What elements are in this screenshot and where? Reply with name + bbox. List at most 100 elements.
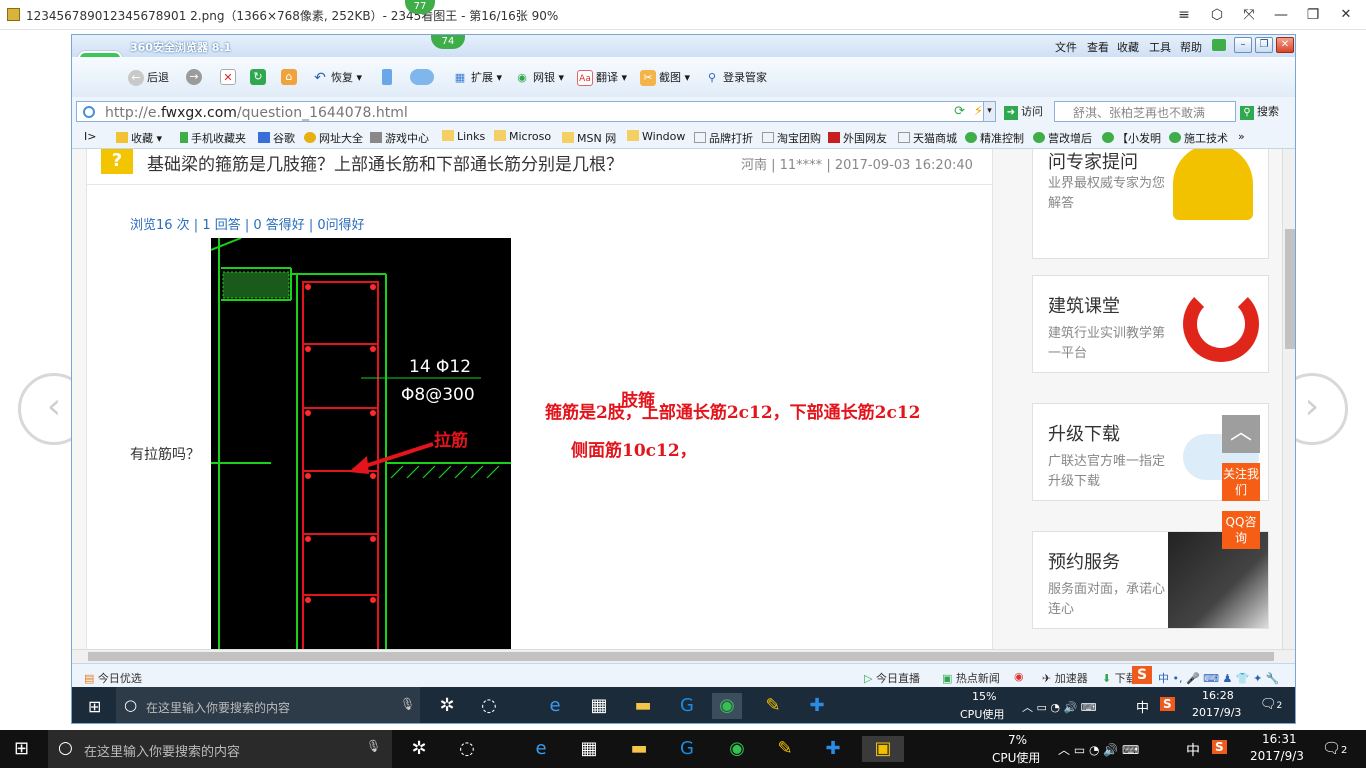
fav-more-icon[interactable]: »: [1238, 130, 1245, 143]
hscroll-thumb[interactable]: [88, 652, 1274, 661]
fav-item-google[interactable]: 谷歌: [258, 130, 295, 146]
viewer-minimize-button[interactable]: —: [1270, 6, 1292, 24]
file-explorer-icon[interactable]: ▬: [628, 693, 658, 719]
search-input[interactable]: 舒淇、张柏芝再也不敢满: [1054, 101, 1236, 122]
inner-ime-indicator[interactable]: 中: [1136, 697, 1149, 716]
outer-ime-indicator[interactable]: 中: [1186, 740, 1200, 760]
restore-button[interactable]: ↶ 恢复 ▾: [312, 69, 362, 86]
fav-item-taobao[interactable]: 淘宝团购: [762, 130, 821, 146]
outer-notes-app-icon[interactable]: ✎: [770, 736, 800, 762]
outer-start-button[interactable]: ⊞: [14, 738, 29, 759]
app-icon-swirl[interactable]: ◌: [474, 693, 504, 719]
horizontal-scrollbar[interactable]: [72, 649, 1295, 663]
ime-toolbar[interactable]: 中 •, 🎤 ⌨ ♟ 👕 ✦ 🔧: [1158, 670, 1280, 686]
status-live[interactable]: ▷ 今日直播: [864, 670, 920, 686]
outer-store-icon[interactable]: ▦: [574, 736, 604, 762]
fav-item-sites[interactable]: 网址大全: [304, 130, 363, 146]
fav-item-foreign[interactable]: 外国网友: [828, 130, 887, 146]
viewer-fullscreen-button[interactable]: ⤧: [1238, 6, 1260, 24]
fav-item-collect[interactable]: 收藏 ▾: [116, 130, 162, 146]
fav-item-microsoft[interactable]: Microso: [494, 130, 551, 143]
viewer-close-button[interactable]: ✕: [1335, 6, 1357, 24]
inner-tray-icons[interactable]: ︿ ▭ ◔ 🔊 ⌨: [1022, 699, 1097, 715]
start-button[interactable]: ⊞: [88, 697, 101, 716]
outer-edge-icon[interactable]: e: [526, 736, 556, 762]
extend-button[interactable]: ▦ 扩展 ▾: [452, 69, 502, 86]
search-button[interactable]: ⚲ 搜索: [1240, 103, 1279, 120]
notes-app-icon[interactable]: ✎: [758, 693, 788, 719]
sogou-ime-icon[interactable]: S: [1132, 666, 1152, 684]
fav-item-links[interactable]: Links: [442, 130, 485, 143]
status-record-icon[interactable]: ◉: [1014, 670, 1024, 683]
menu-file[interactable]: 文件: [1055, 39, 1077, 55]
browser-minimize-button[interactable]: –: [1234, 37, 1252, 53]
browser-close-button[interactable]: ✕: [1276, 37, 1294, 53]
home-button[interactable]: ⌂: [281, 69, 300, 85]
screenshot-button[interactable]: ✂ 截图 ▾: [640, 69, 690, 86]
app-icon-plus[interactable]: ✚: [802, 693, 832, 719]
menu-tools[interactable]: 工具: [1149, 39, 1171, 55]
fav-item-precise[interactable]: 精准控制: [965, 130, 1024, 146]
edge-icon[interactable]: e: [540, 693, 570, 719]
viewer-skin-button[interactable]: ⬡: [1206, 6, 1228, 24]
fav-item-vat[interactable]: 营改增后: [1033, 130, 1092, 146]
fav-item-games[interactable]: 游戏中心: [370, 130, 429, 146]
fav-item-brand[interactable]: 品牌打折: [694, 130, 753, 146]
shirt-icon[interactable]: [1212, 39, 1226, 51]
favorites-toggle-icon[interactable]: I>: [84, 130, 96, 143]
address-input[interactable]: http://e.fwxgx.com/question_1644078.html…: [76, 101, 996, 122]
outer-task-view-icon[interactable]: ✲: [404, 736, 434, 762]
translate-button[interactable]: Aa 翻译 ▾: [577, 69, 627, 86]
inner-clock-date[interactable]: 2017/9/3: [1192, 706, 1241, 719]
stop-button[interactable]: ✕: [220, 69, 239, 85]
task-view-icon[interactable]: ✲: [432, 693, 462, 719]
forward-button[interactable]: →: [186, 69, 205, 85]
fav-item-msn[interactable]: MSN 网: [562, 130, 616, 146]
viewer-maximize-button[interactable]: ❐: [1302, 6, 1324, 24]
outer-app-icon-swirl[interactable]: ◌: [452, 736, 482, 762]
phone-button[interactable]: [382, 69, 395, 85]
back-to-top-button[interactable]: ︿: [1222, 415, 1260, 453]
360-browser-icon[interactable]: ◉: [712, 693, 742, 719]
scroll-thumb[interactable]: [1285, 229, 1295, 349]
visit-button[interactable]: ➜ 访问: [1004, 103, 1043, 120]
question-stats[interactable]: 浏览16 次 | 1 回答 | 0 答得好 | 0问得好: [130, 214, 365, 233]
outer-clock-date[interactable]: 2017/9/3: [1250, 749, 1304, 763]
outer-file-explorer-icon[interactable]: ▬: [624, 736, 654, 762]
inner-sogou-icon[interactable]: S: [1160, 697, 1175, 711]
netbank-button[interactable]: ◉ 网银 ▾: [514, 69, 564, 86]
refresh-button[interactable]: ↻: [250, 69, 269, 85]
outer-search-box[interactable]: ○ 在这里输入你要搜索的内容 🎙: [48, 730, 392, 768]
fav-item-tmall[interactable]: 天猫商城: [898, 130, 957, 146]
fav-item-windows[interactable]: Window: [627, 130, 685, 143]
qq-consult-button[interactable]: QQ咨询: [1222, 511, 1260, 549]
sidebar-card-expert[interactable]: 问专家提问 业界最权威专家为您解答: [1032, 149, 1269, 259]
lightning-icon[interactable]: ⚡: [974, 104, 983, 119]
refresh-small-icon[interactable]: ⟳: [954, 104, 965, 119]
menu-help[interactable]: 帮助: [1180, 39, 1202, 55]
follow-us-button[interactable]: 关注我们: [1222, 463, 1260, 501]
outer-notification-icon[interactable]: 🗨2: [1322, 739, 1347, 757]
outer-sogou-icon[interactable]: S: [1212, 740, 1227, 754]
status-hotnews[interactable]: ▣ 热点新闻: [942, 670, 1000, 686]
menu-view[interactable]: 查看: [1087, 39, 1109, 55]
outer-clock-time[interactable]: 16:31: [1262, 732, 1297, 746]
fav-item-construction[interactable]: 施工技术: [1169, 130, 1228, 146]
status-daily-picks[interactable]: ▤ 今日优选: [84, 670, 142, 686]
vertical-scrollbar[interactable]: [1282, 149, 1295, 649]
fav-item-mobile[interactable]: 手机收藏夹: [180, 130, 246, 146]
app-icon-g[interactable]: G: [672, 693, 702, 719]
viewer-menu-button[interactable]: ≡: [1173, 6, 1195, 24]
store-icon[interactable]: ▦: [584, 693, 614, 719]
cloud-button[interactable]: [410, 69, 437, 85]
browser-maximize-button[interactable]: ❐: [1255, 37, 1273, 53]
status-accelerator[interactable]: ✈ 加速器: [1042, 670, 1088, 686]
login-manager-button[interactable]: ⚲ 登录管家: [704, 69, 767, 86]
address-dropdown-icon[interactable]: ▾: [983, 102, 995, 121]
menu-favorites[interactable]: 收藏: [1117, 39, 1139, 55]
outer-image-viewer-icon[interactable]: ▣: [862, 736, 904, 762]
outer-tray-icons[interactable]: ︿ ▭ ◔ 🔊 ⌨: [1058, 741, 1139, 758]
inner-notification-icon[interactable]: 🗨2: [1260, 697, 1282, 712]
inner-search-box[interactable]: ○ 在这里输入你要搜索的内容 🎙: [116, 687, 420, 723]
outer-app-icon-g[interactable]: G: [672, 736, 702, 762]
